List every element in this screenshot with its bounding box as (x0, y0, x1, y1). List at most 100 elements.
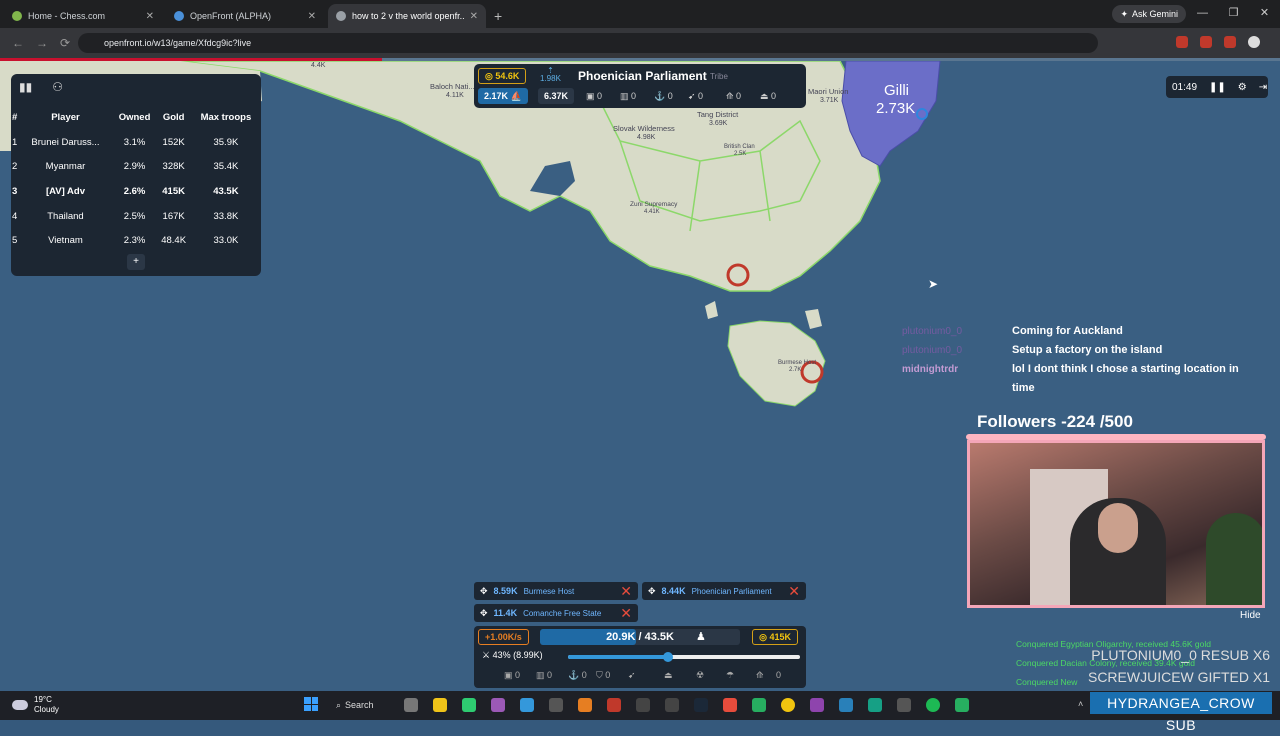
tab-openfront[interactable]: OpenFront (ALPHA) ✕ (166, 4, 324, 28)
new-tab-button[interactable]: + (494, 8, 502, 24)
file-explorer-icon[interactable] (433, 698, 447, 712)
tab-title: how to 2 v the world openfr... (352, 11, 464, 21)
build-count: 0 (605, 670, 611, 680)
extension-icon[interactable] (1200, 36, 1212, 48)
tab-chess[interactable]: Home - Chess.com ✕ (4, 4, 162, 28)
xbox-icon[interactable] (752, 698, 766, 712)
chat-text: time (1012, 382, 1035, 394)
ask-gemini-button[interactable]: ✦ Ask Gemini (1112, 5, 1186, 23)
hide-button[interactable]: Hide (1240, 610, 1261, 621)
taskbar-apps (404, 698, 969, 712)
build-sam[interactable]: ⟰ (756, 670, 764, 681)
webcam-plant (1206, 513, 1262, 605)
build-port[interactable]: ⚓ 0 (568, 670, 587, 681)
map-label: Baloch Nati... (430, 82, 475, 91)
chat-text: Setup a factory on the island (1012, 344, 1163, 356)
cancel-attack-icon[interactable]: ✕ (620, 605, 632, 622)
build-mirv[interactable]: ☂ (726, 670, 734, 681)
owned-cell: 2.6% (123, 185, 146, 197)
extension-icon[interactable] (1224, 36, 1236, 48)
tab-active[interactable]: how to 2 v the world openfr... ✕ (328, 4, 486, 28)
build-count: 0 (547, 670, 553, 680)
slider-knob[interactable] (662, 652, 673, 662)
app-icon[interactable] (462, 698, 476, 712)
build-defense[interactable]: ⛉ 0 (596, 670, 610, 681)
table-row[interactable]: 1 Brunei Daruss... 3.1% 152K 35.9K (11, 130, 261, 155)
steam-icon[interactable] (694, 698, 708, 712)
attack-item[interactable]: ✥ 11.4K Comanche Free State ✕ (474, 604, 638, 622)
build-hydrogen[interactable]: ☢ (696, 670, 704, 681)
taskbar-search[interactable]: ⌕ Search (336, 696, 388, 714)
restore-icon[interactable]: ❐ (1218, 0, 1249, 26)
troops-value: 2.17K (484, 91, 509, 101)
table-row[interactable]: 4 Thailand 2.5% 167K 33.8K (11, 204, 261, 229)
table-row-self[interactable]: 3 [AV] Adv 2.6% 415K 43.5K (11, 179, 261, 204)
close-icon[interactable]: ✕ (146, 11, 154, 22)
pause-icon[interactable]: ❚❚ (1209, 82, 1226, 93)
cancel-attack-icon[interactable]: ✕ (620, 583, 632, 600)
column-header: # (12, 111, 18, 123)
minimize-icon[interactable]: — (1187, 0, 1218, 26)
app-icon[interactable] (636, 698, 650, 712)
team-icon[interactable]: ⚇ (52, 80, 63, 94)
count-value: 0 (667, 91, 673, 101)
table-row[interactable]: 2 Myanmar 2.9% 328K 35.4K (11, 155, 261, 180)
app-icon[interactable] (607, 698, 621, 712)
spotify-icon[interactable] (926, 698, 940, 712)
attack-item[interactable]: ✥ 8.44K Phoenician Parliament ✕ (642, 582, 806, 600)
build-city[interactable]: ▣ 0 (504, 670, 520, 681)
profile-avatar[interactable] (1248, 36, 1260, 48)
column-header: Player (51, 111, 80, 123)
table-header: # Player Owned Gold Max troops (11, 104, 261, 130)
map-label: Maori Union (808, 87, 848, 96)
game-timer-panel: 01:49 ❚❚ ⚙ ⇥ (1166, 76, 1268, 98)
tray-chevron-icon[interactable]: ˄ (1078, 699, 1083, 709)
forward-icon[interactable]: → (36, 36, 48, 50)
chess-favicon-icon (12, 11, 22, 21)
app-icon[interactable] (491, 698, 505, 712)
app-icon[interactable] (897, 698, 911, 712)
build-factory[interactable]: ▥ 0 (536, 670, 552, 681)
gear-icon[interactable]: ⚙ (1238, 82, 1247, 93)
bar-chart-icon[interactable]: ▮▮ (19, 80, 32, 94)
app-icon[interactable] (868, 698, 882, 712)
expand-leaderboard-button[interactable]: + (127, 254, 145, 270)
address-bar-row: ← → ⟳ openfront.io/w13/game/Xfdcg9ic?liv… (0, 28, 1280, 58)
port-count: ⚓ 0 (654, 91, 673, 101)
store-icon[interactable] (549, 698, 563, 712)
table-row[interactable]: 5 Vietnam 2.3% 48.4K 33.0K (11, 228, 261, 253)
column-header[interactable]: Owned (113, 104, 157, 130)
brave-icon[interactable] (723, 698, 737, 712)
game-timer: 01:49 (1172, 81, 1198, 93)
app-icon[interactable] (578, 698, 592, 712)
xbox-icon[interactable] (955, 698, 969, 712)
app-icon[interactable] (839, 698, 853, 712)
app-icon[interactable] (810, 698, 824, 712)
back-icon[interactable]: ← (12, 36, 24, 50)
start-icon[interactable] (304, 697, 318, 711)
column-header[interactable]: Max troops (191, 104, 261, 130)
weather-widget[interactable]: 19°C Cloudy (12, 695, 59, 715)
exit-icon[interactable]: ⇥ (1259, 82, 1267, 93)
cancel-attack-icon[interactable]: ✕ (788, 583, 800, 600)
task-view-icon[interactable] (404, 698, 418, 712)
url-field[interactable]: openfront.io/w13/game/Xfdcg9ic?live (78, 33, 1098, 53)
tab-title: Home - Chess.com (28, 11, 106, 21)
build-missile[interactable]: ➹ (628, 670, 636, 681)
extension-icon[interactable] (1176, 36, 1188, 48)
attack-item[interactable]: ✥ 8.59K Burmese Host ✕ (474, 582, 638, 600)
troops-bar: 20.9K / 43.5K (540, 629, 740, 645)
close-icon[interactable]: ✕ (470, 11, 478, 22)
player-cell: Brunei Daruss... (31, 136, 100, 148)
close-window-icon[interactable]: ✕ (1249, 0, 1280, 26)
build-warship[interactable]: ⏏ (664, 670, 673, 681)
app-icon[interactable] (665, 698, 679, 712)
chrome-icon[interactable] (781, 698, 795, 712)
close-icon[interactable]: ✕ (308, 11, 316, 22)
attack-ratio-slider[interactable] (568, 652, 800, 662)
app-icon[interactable] (520, 698, 534, 712)
column-header[interactable]: Gold (156, 104, 190, 130)
reload-icon[interactable]: ⟳ (60, 36, 70, 50)
player-type: Tribe (710, 72, 728, 81)
rank-cell: 4 (12, 210, 18, 222)
